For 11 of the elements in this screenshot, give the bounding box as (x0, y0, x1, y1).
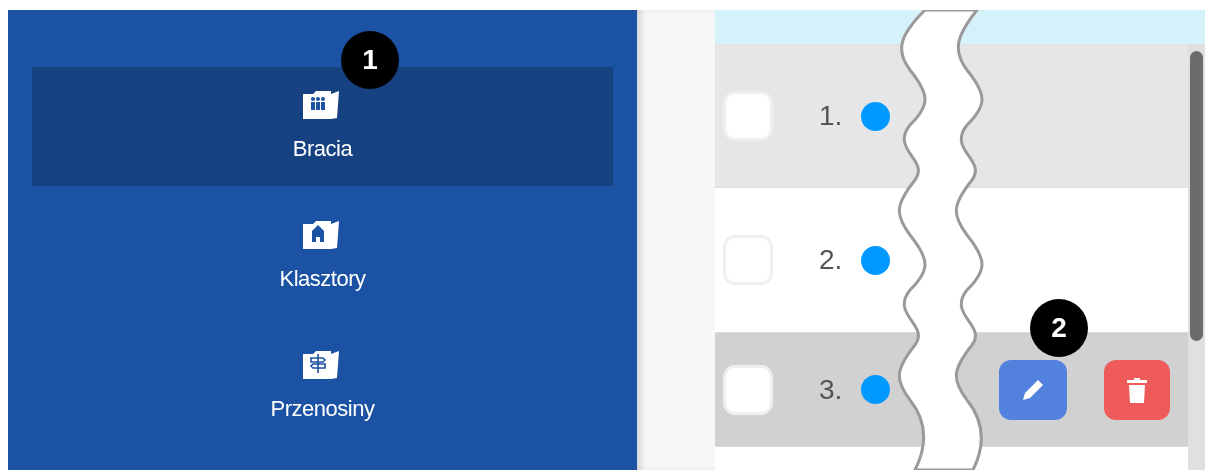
row-checkbox[interactable] (723, 364, 773, 415)
row-number: 3. (819, 372, 844, 407)
trash-icon (1125, 375, 1149, 404)
sidebar-item[interactable]: Przenosiny (32, 327, 613, 446)
edit-button[interactable] (999, 359, 1067, 420)
sidebar-item[interactable]: Klasztory (32, 197, 613, 316)
row-number: 2. (819, 243, 844, 277)
row-checkbox[interactable] (723, 91, 773, 141)
row-number: 1. (819, 99, 844, 133)
scrollbar[interactable] (1188, 45, 1205, 470)
delete-button[interactable] (1104, 359, 1170, 420)
